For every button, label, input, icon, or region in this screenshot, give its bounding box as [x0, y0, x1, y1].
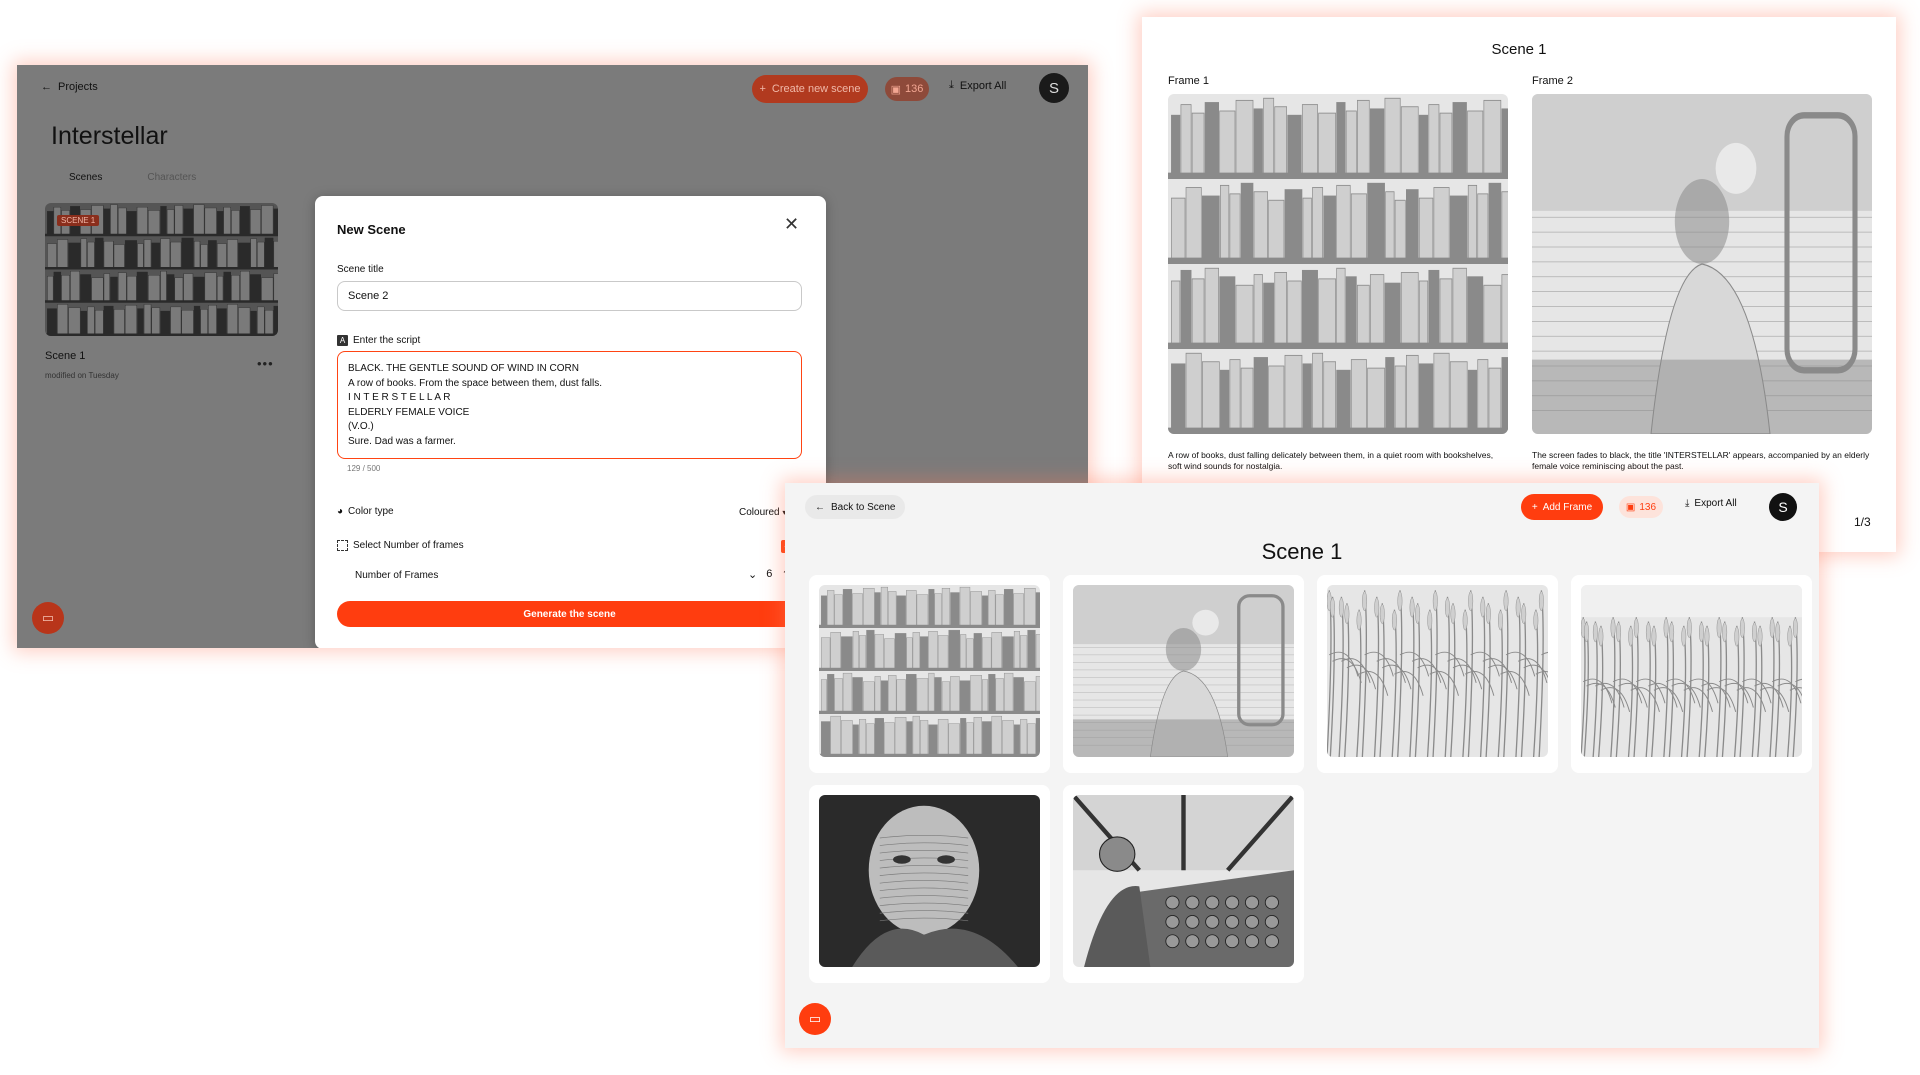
char-counter: 129 / 500: [347, 464, 381, 473]
chat-icon[interactable]: ▭: [32, 602, 64, 634]
new-scene-modal: New Scene ✕ Scene title Scene 2 A Enter …: [315, 196, 826, 648]
frame-card[interactable]: [1063, 575, 1304, 773]
plus-icon: +: [759, 83, 766, 95]
frame-card[interactable]: [809, 575, 1050, 773]
viewer-title: Scene 1: [1491, 41, 1547, 58]
scene-title-input[interactable]: Scene 2: [337, 281, 802, 311]
more-options-icon[interactable]: •••: [257, 356, 274, 371]
script-line: BLACK. THE GENTLE SOUND OF WIND IN CORN: [348, 363, 579, 374]
color-type-label: ◕ Color type: [337, 506, 394, 517]
frame-viewer-window: Scene 1 Frame 1 A row of books, dust fal…: [1142, 17, 1896, 552]
select-frames-label: Select Number of frames: [337, 540, 464, 551]
script-label: A Enter the script: [337, 335, 420, 346]
palette-icon: ◕: [337, 506, 344, 517]
scene-badge: SCENE 1: [57, 215, 100, 226]
text-icon: A: [337, 335, 348, 346]
frame-thumbnail: [1073, 585, 1294, 757]
script-textarea[interactable]: BLACK. THE GENTLE SOUND OF WIND IN CORN …: [337, 351, 802, 459]
frame-card[interactable]: [809, 785, 1050, 983]
arrow-left-icon: ←: [41, 81, 52, 93]
back-to-projects-link[interactable]: ← Projects: [41, 81, 98, 93]
download-icon: ⤓: [949, 79, 954, 91]
number-frames-label: Number of Frames: [355, 570, 439, 581]
tab-scenes[interactable]: Scenes: [69, 172, 102, 183]
tab-characters[interactable]: Characters: [147, 172, 196, 183]
script-line: ELDERLY FEMALE VOICE: [348, 406, 470, 418]
add-frame-button[interactable]: + Add Frame: [1521, 494, 1603, 520]
frame-thumbnail: [1073, 795, 1294, 967]
avatar[interactable]: S: [1769, 493, 1797, 521]
project-tabs: Scenes Characters: [69, 172, 196, 183]
frame-thumbnail: [1327, 585, 1548, 757]
script-line: A row of books. From the space between t…: [348, 377, 603, 389]
scene-grid-window: ← Back to Scene + Add Frame ▣ 136 ⤓ Expo…: [785, 483, 1819, 1048]
download-icon: ⤓: [1685, 498, 1690, 509]
back-to-scene-button[interactable]: ← Back to Scene: [805, 495, 906, 519]
scene-modified: modified on Tuesday: [45, 371, 119, 380]
close-icon[interactable]: ✕: [784, 214, 799, 235]
frame-thumbnail: [819, 585, 1040, 757]
frame-image[interactable]: [1168, 94, 1508, 434]
frame-card[interactable]: [1571, 575, 1812, 773]
script-line: (V.O.): [348, 421, 374, 432]
avatar[interactable]: S: [1039, 73, 1069, 103]
frame-description: The screen fades to black, the title 'IN…: [1532, 450, 1870, 471]
scene-title-label: Scene title: [337, 264, 384, 275]
frame-label: Frame 2: [1532, 75, 1573, 87]
chevron-down-icon[interactable]: ⌄: [748, 568, 757, 581]
color-type-select[interactable]: Coloured ▾: [739, 507, 786, 518]
credits-badge[interactable]: ▣ 136: [885, 77, 929, 101]
frame-thumbnail: [819, 795, 1040, 967]
frame-card[interactable]: [1063, 785, 1304, 983]
chat-icon[interactable]: ▭: [799, 1003, 831, 1035]
scene-title: Scene 1: [1261, 539, 1343, 564]
script-line: Sure. Dad was a farmer.: [348, 435, 456, 447]
frame-image[interactable]: [1532, 94, 1872, 434]
frame-thumbnail: [1581, 585, 1802, 757]
frame-description: A row of books, dust falling delicately …: [1168, 450, 1494, 471]
page-indicator: 1/3: [1854, 515, 1871, 529]
frame-label: Frame 1: [1168, 75, 1209, 87]
export-all-button[interactable]: ⤓ Export All: [949, 79, 1006, 92]
project-title: Interstellar: [51, 122, 168, 150]
frame-card[interactable]: [1317, 575, 1558, 773]
plus-icon: +: [1531, 501, 1538, 513]
script-line: I N T E R S T E L L A R: [348, 392, 451, 403]
export-all-button[interactable]: ⤓ Export All: [1685, 498, 1737, 509]
frames-count: 6: [766, 568, 773, 580]
generate-scene-button[interactable]: Generate the scene: [337, 601, 802, 627]
create-new-scene-button[interactable]: + Create new scene: [752, 75, 868, 103]
modal-title: New Scene: [337, 222, 406, 237]
frame-select-icon: [337, 540, 348, 551]
image-credit-icon: ▣: [1625, 501, 1636, 513]
credits-badge[interactable]: ▣ 136: [1619, 496, 1663, 518]
scene-name: Scene 1: [45, 350, 86, 362]
image-credit-icon: ▣: [890, 83, 902, 96]
arrow-left-icon: ←: [815, 501, 825, 513]
scene-thumbnail[interactable]: SCENE 1: [45, 203, 278, 336]
